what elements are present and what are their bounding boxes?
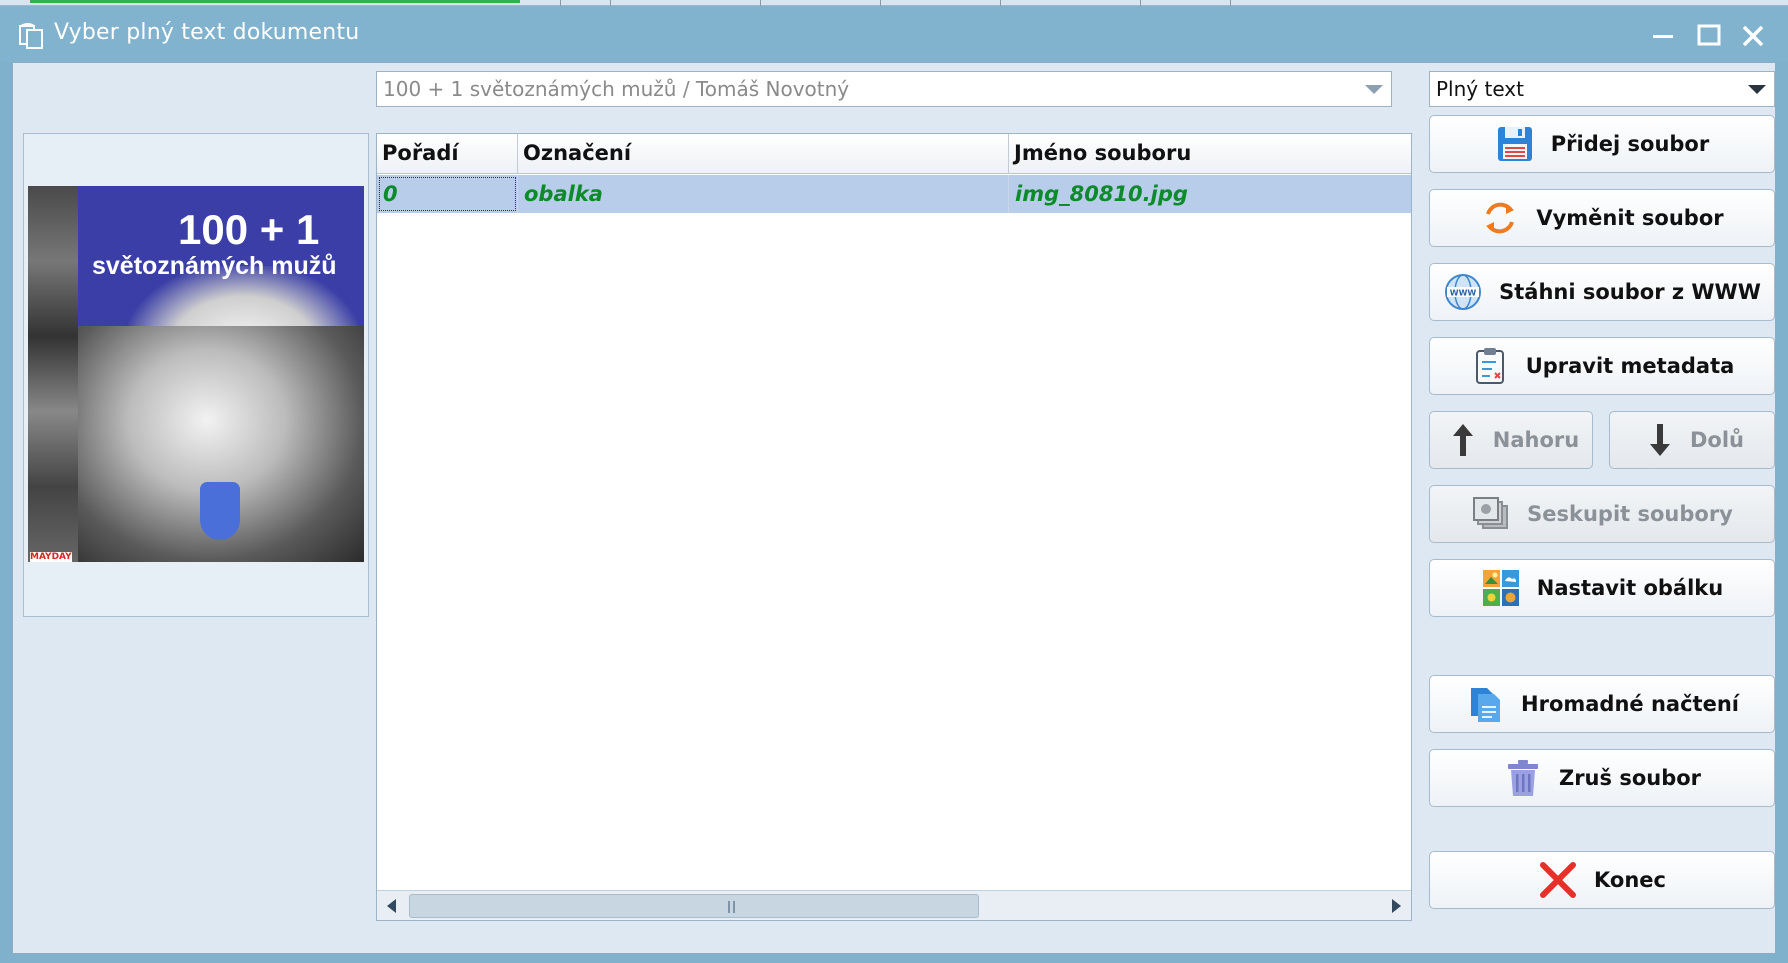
move-down-label: Dolů (1689, 428, 1744, 452)
arrow-down-icon (1640, 420, 1680, 460)
documents-icon (1465, 684, 1505, 724)
cover-image: 100 + 1 světoznámých mužů MAYDAY (28, 186, 364, 562)
grid-header: Pořadí Označení Jméno souboru (377, 134, 1411, 174)
globe-www-icon: WWW (1443, 272, 1483, 312)
window-title: Vyber plný text dokumentu (54, 20, 360, 45)
cover-preview-panel: 100 + 1 světoznámých mužů MAYDAY (23, 133, 369, 617)
clipboard-checklist-icon (1470, 346, 1510, 386)
close-icon (1742, 25, 1764, 47)
delete-file-label: Zruš soubor (1558, 766, 1702, 790)
cell-filename[interactable]: img_80810.jpg (1009, 175, 1411, 213)
cover-title-line1: 100 + 1 (178, 206, 320, 253)
move-down-button[interactable]: Dolů (1609, 411, 1775, 469)
edit-metadata-label: Upravit metadata (1525, 354, 1735, 378)
set-cover-button[interactable]: Nastavit obálku (1429, 559, 1775, 617)
arrow-right-icon (1392, 899, 1401, 913)
bulk-load-button[interactable]: Hromadné načtení (1429, 675, 1775, 733)
set-cover-label: Nastavit obálku (1536, 576, 1724, 600)
cover-publisher-logo: MAYDAY (30, 552, 72, 562)
edit-metadata-button[interactable]: Upravit metadata (1429, 337, 1775, 395)
download-www-button[interactable]: WWW Stáhni soubor z WWW (1429, 263, 1775, 321)
move-up-button[interactable]: Nahoru (1429, 411, 1593, 469)
add-file-button[interactable]: Přidej soubor (1429, 115, 1775, 173)
horizontal-scrollbar[interactable] (377, 890, 1411, 920)
arrow-up-icon (1443, 420, 1483, 460)
cell-order[interactable]: 0 (377, 175, 518, 213)
add-file-label: Přidej soubor (1550, 132, 1710, 156)
document-select[interactable]: 100 + 1 světoznámých mužů / Tomáš Novotn… (376, 71, 1392, 107)
title-bar[interactable]: Vyber plný text dokumentu (0, 6, 1788, 62)
cover-title-line2: světoznámých mužů (92, 252, 337, 280)
maximize-button[interactable] (1692, 20, 1726, 52)
replace-file-label: Vyměnit soubor (1536, 206, 1724, 230)
grip-icon (728, 901, 735, 913)
svg-text:WWW: WWW (1450, 289, 1477, 298)
delete-file-button[interactable]: Zruš soubor (1429, 749, 1775, 807)
fulltext-type-select[interactable]: Plný text (1429, 71, 1775, 107)
cell-label[interactable]: obalka (518, 175, 1009, 213)
image-tiles-icon (1481, 568, 1521, 608)
arrow-left-icon (387, 899, 396, 913)
fulltext-type-value: Plný text (1436, 77, 1524, 101)
column-header-label[interactable]: Označení (518, 134, 1009, 174)
minimize-button[interactable] (1646, 20, 1680, 52)
table-row[interactable]: 0 obalka img_80810.jpg (377, 175, 1411, 213)
move-up-label: Nahoru (1492, 428, 1580, 452)
maximize-icon (1697, 24, 1721, 46)
column-header-filename[interactable]: Jméno souboru (1009, 134, 1411, 174)
minimize-icon (1653, 35, 1673, 38)
group-files-label: Seskupit soubory (1527, 502, 1733, 526)
document-select-value: 100 + 1 světoznámých mužů / Tomáš Novotn… (383, 77, 850, 101)
stacked-images-icon (1471, 494, 1511, 534)
red-x-icon (1538, 860, 1578, 900)
close-label: Konec (1594, 868, 1666, 892)
close-window-button[interactable] (1736, 20, 1770, 52)
chevron-down-icon[interactable] (1365, 85, 1383, 94)
column-header-order[interactable]: Pořadí (377, 134, 518, 174)
floppy-disk-icon (1495, 124, 1535, 164)
files-grid[interactable]: Pořadí Označení Jméno souboru 0 obalka i… (376, 133, 1412, 921)
refresh-icon (1480, 198, 1520, 238)
chevron-down-icon[interactable] (1748, 85, 1766, 94)
group-files-button[interactable]: Seskupit soubory (1429, 485, 1775, 543)
app-icon (18, 22, 46, 50)
trash-icon (1503, 758, 1543, 798)
scroll-left-button[interactable] (377, 891, 407, 920)
download-www-label: Stáhni soubor z WWW (1499, 280, 1761, 304)
replace-file-button[interactable]: Vyměnit soubor (1429, 189, 1775, 247)
dialog-client-area: 100 + 1 světoznámých mužů MAYDAY 100 + 1… (12, 62, 1776, 954)
scroll-right-button[interactable] (1381, 891, 1411, 920)
scrollbar-thumb[interactable] (409, 894, 979, 918)
close-button[interactable]: Konec (1429, 851, 1775, 909)
bulk-load-label: Hromadné načtení (1521, 692, 1739, 716)
